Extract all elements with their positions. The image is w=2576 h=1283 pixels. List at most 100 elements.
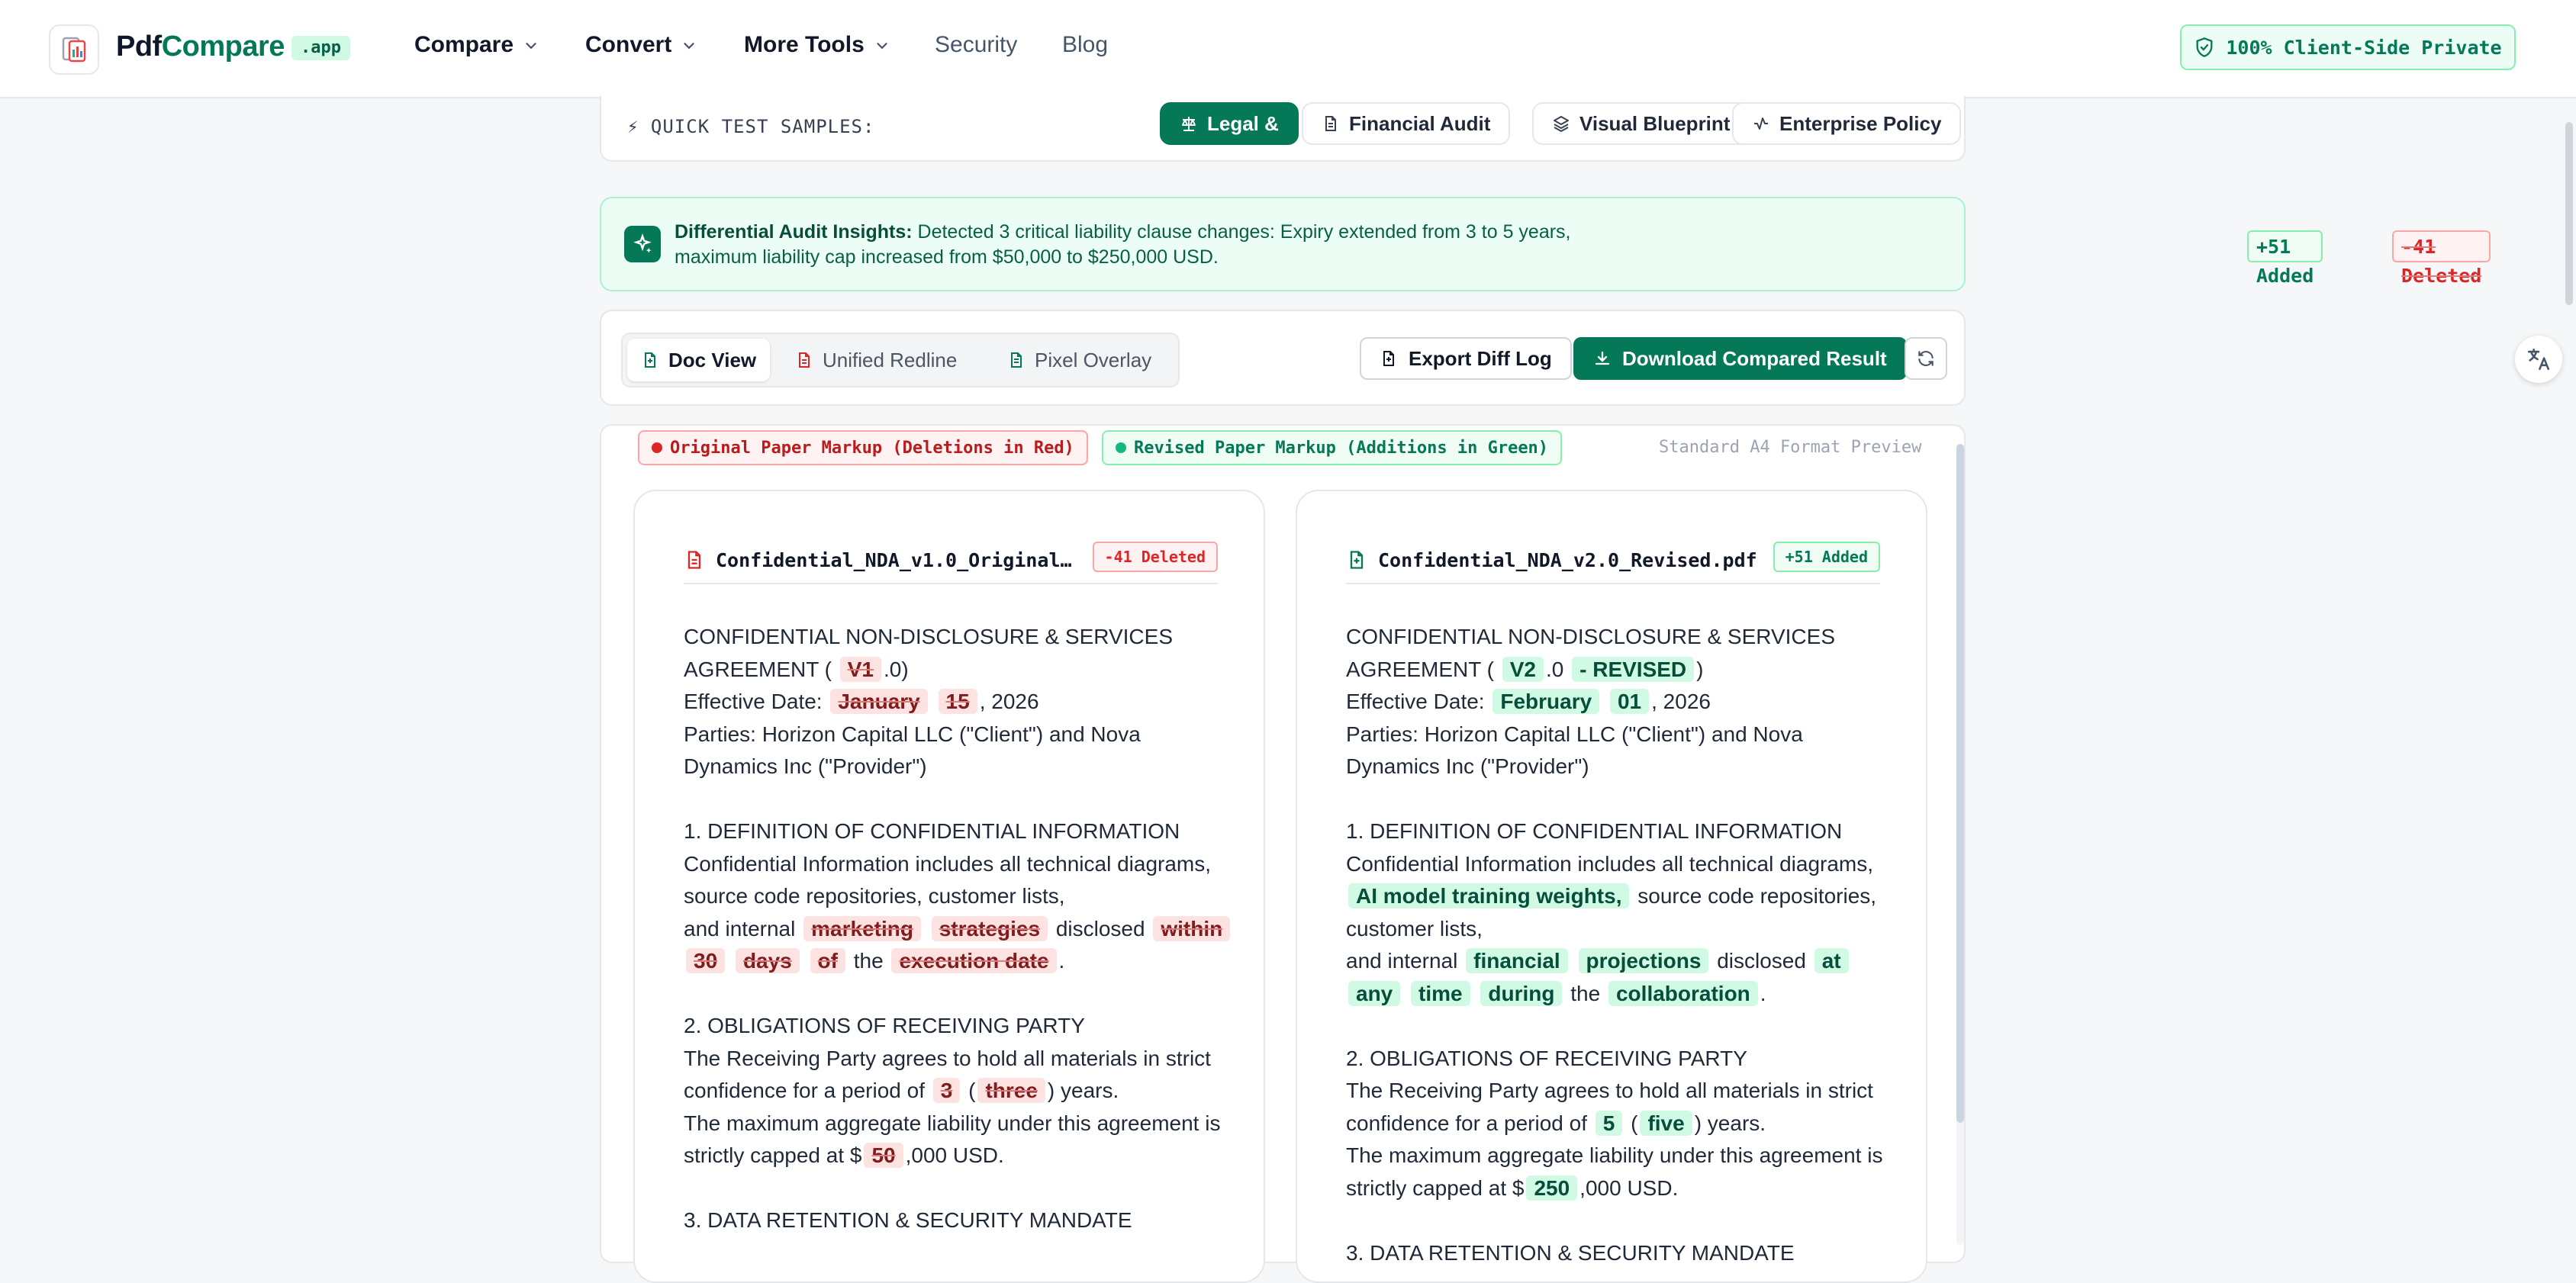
viewer-scrollbar-thumb[interactable] xyxy=(1956,444,1964,1123)
nav-compare[interactable]: Compare xyxy=(414,32,539,58)
doc-line: The maximum aggregate liability under th… xyxy=(684,1111,1221,1135)
file-text-icon xyxy=(687,551,701,569)
added-word: any xyxy=(1348,980,1401,1006)
deleted-word: 15 xyxy=(938,689,977,714)
doc-line: 30 days of the execution date. xyxy=(684,945,1233,978)
translate-icon xyxy=(2527,348,2550,371)
deleted-word: marketing xyxy=(803,915,921,941)
chevron-down-icon xyxy=(877,43,887,50)
doc-line: customer lists, xyxy=(1346,916,1483,941)
download-compared-result-button[interactable]: Download Compared Result xyxy=(1573,337,1907,380)
revised-document-header: Confidential_NDA_v2.0_Revised.pdf +51 Ad… xyxy=(1346,537,1880,584)
deleted-word: 3 xyxy=(932,1078,961,1103)
added-word: five xyxy=(1640,1110,1692,1136)
added-word: 250 xyxy=(1526,1175,1578,1201)
sample-chip-legal[interactable]: Legal & xyxy=(1160,102,1299,145)
doc-line: AI model training weights, source code r… xyxy=(1346,880,1895,913)
doc-line: Confidential Information includes all te… xyxy=(684,851,1212,876)
added-word: financial xyxy=(1466,948,1568,973)
added-word: at xyxy=(1814,948,1849,973)
added-word: time xyxy=(1411,980,1470,1006)
logo-icon[interactable] xyxy=(49,24,99,75)
deleted-word: 30 xyxy=(686,948,726,973)
section-heading: 2. OBLIGATIONS OF RECEIVING PARTY xyxy=(684,1014,1085,1037)
doc-line: The maximum aggregate liability under th… xyxy=(1346,1143,1883,1167)
client-side-private-badge: 100% Client-Side Private xyxy=(2180,24,2516,70)
original-document-paper: Confidential_NDA_v1.0_Original.pdf -41 D… xyxy=(633,490,1265,1283)
added-word: February xyxy=(1492,689,1600,714)
added-word: projections xyxy=(1578,948,1709,973)
legend-original: Original Paper Markup (Deletions in Red) xyxy=(638,430,1088,465)
added-word: 01 xyxy=(1609,689,1650,714)
deleted-word: days xyxy=(735,948,800,973)
doc-line: source code repositories, customer lists… xyxy=(684,884,1065,908)
doc-line: CONFIDENTIAL NON-DISCLOSURE & SERVICES xyxy=(1346,625,1836,648)
viewer-scrollbar[interactable] xyxy=(1956,444,1964,1245)
added-word: 5 xyxy=(1595,1110,1623,1136)
file-diff-icon xyxy=(1350,551,1364,569)
doc-line: strictly capped at $250,000 USD. xyxy=(1346,1175,1679,1201)
view-mode-switcher: Doc View Unified Redline Pixel Overlay xyxy=(621,333,1180,387)
sample-chip-enterprise-policy[interactable]: Enterprise Policy xyxy=(1732,102,1962,145)
preview-format-note: Standard A4 Format Preview xyxy=(1659,438,1922,457)
doc-line: and internal financial projections discl… xyxy=(1346,945,1895,978)
doc-line: The Receiving Party agrees to hold all m… xyxy=(684,1046,1211,1070)
tab-pixel-overlay[interactable]: Pixel Overlay xyxy=(993,339,1165,381)
deleted-word: of xyxy=(810,948,845,973)
nav-security[interactable]: Security xyxy=(935,32,1017,58)
deleted-word: execution date xyxy=(891,948,1057,973)
page-scrollbar[interactable] xyxy=(2565,122,2573,305)
revised-document-paper: Confidential_NDA_v2.0_Revised.pdf +51 Ad… xyxy=(1296,490,1927,1283)
section-heading: 1. DEFINITION OF CONFIDENTIAL INFORMATIO… xyxy=(684,819,1180,843)
sample-chip-financial-audit[interactable]: Financial Audit xyxy=(1302,102,1511,145)
added-word: - REVISED xyxy=(1572,656,1695,682)
doc-line: confidence for a period of 3 (three) yea… xyxy=(684,1078,1119,1103)
refresh-button[interactable] xyxy=(1905,337,1947,380)
file-diff-icon xyxy=(645,352,655,368)
nav-more-tools[interactable]: More Tools xyxy=(744,32,890,58)
activity-icon xyxy=(1754,117,1768,130)
doc-line: AGREEMENT ( V1.0) xyxy=(684,656,909,682)
section-heading: 2. OBLIGATIONS OF RECEIVING PARTY xyxy=(1346,1046,1747,1070)
doc-line: Effective Date: February 01, 2026 xyxy=(1346,689,1711,714)
file-diff-icon xyxy=(1383,351,1394,366)
original-filename: Confidential_NDA_v1.0_Original.pdf xyxy=(716,548,1080,571)
doc-line: any time during the collaboration. xyxy=(1346,978,1895,1011)
file-diff-icon xyxy=(1011,352,1022,368)
doc-line: Parties: Horizon Capital LLC ("Client") … xyxy=(684,722,1141,746)
doc-line: AGREEMENT ( V2.0 - REVISED) xyxy=(1346,656,1704,682)
original-document-text: CONFIDENTIAL NON-DISCLOSURE & SERVICES A… xyxy=(684,621,1233,1237)
deleted-word: within xyxy=(1153,915,1231,941)
tab-unified-redline[interactable]: Unified Redline xyxy=(781,339,971,381)
samples-label: ⚡ QUICK TEST SAMPLES: xyxy=(627,116,875,137)
doc-line: CONFIDENTIAL NON-DISCLOSURE & SERVICES xyxy=(684,625,1174,648)
nav-blog[interactable]: Blog xyxy=(1062,32,1108,58)
red-dot-icon xyxy=(652,442,662,453)
top-navigation-bar: PdfCompare .app Compare Convert More Too… xyxy=(0,0,2576,98)
view-toolbar: Doc View Unified Redline Pixel Overlay E… xyxy=(600,310,1966,406)
added-count-badge: +51 Added xyxy=(2247,230,2323,287)
original-deleted-badge: -41 Deleted xyxy=(1092,542,1218,572)
quick-test-samples-bar: ⚡ QUICK TEST SAMPLES: Legal & Financial … xyxy=(600,96,1966,162)
deleted-count-badge: -41 Deleted xyxy=(2392,230,2491,287)
refresh-icon xyxy=(1918,351,1934,366)
insights-text: Differential Audit Insights: Detected 3 … xyxy=(675,221,1571,268)
sample-chip-visual-blueprint[interactable]: Visual Blueprint xyxy=(1532,102,1750,145)
doc-line: strictly capped at $50,000 USD. xyxy=(684,1143,1004,1168)
deleted-word: V1 xyxy=(839,656,881,682)
export-diff-log-button[interactable]: Export Diff Log xyxy=(1360,337,1572,380)
tab-doc-view[interactable]: Doc View xyxy=(627,339,771,381)
brand-name[interactable]: PdfCompare xyxy=(116,31,285,63)
layers-icon xyxy=(1554,116,1569,132)
doc-line: Parties: Horizon Capital LLC ("Client") … xyxy=(1346,722,1803,746)
brand-domain-badge: .app xyxy=(291,36,350,60)
sparkle-icon xyxy=(624,226,661,262)
original-document-header: Confidential_NDA_v1.0_Original.pdf -41 D… xyxy=(684,537,1218,584)
translate-button[interactable] xyxy=(2515,336,2562,383)
shield-check-icon xyxy=(2196,37,2213,57)
download-icon xyxy=(1595,351,1610,365)
differential-audit-insights: Differential Audit Insights: Detected 3 … xyxy=(600,197,2491,291)
doc-line: Dynamics Inc ("Provider") xyxy=(1346,754,1589,778)
nav-convert[interactable]: Convert xyxy=(585,32,697,58)
doc-line: The Receiving Party agrees to hold all m… xyxy=(1346,1079,1873,1102)
